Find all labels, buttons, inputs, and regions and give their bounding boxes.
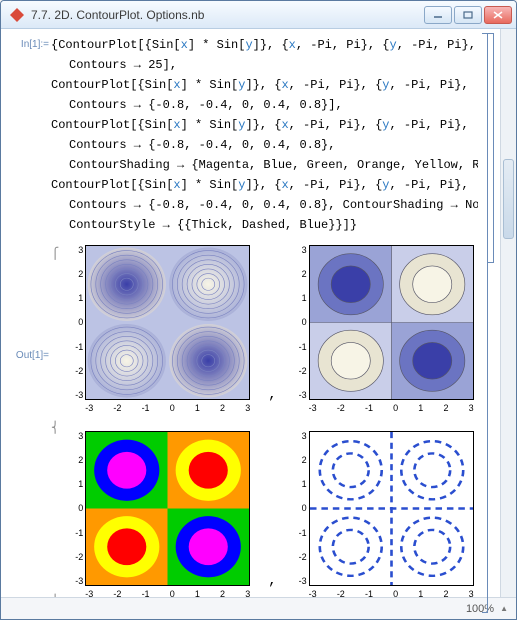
plot-svg bbox=[310, 432, 473, 585]
notebook-body[interactable]: {ContourPlot[{Sin[x] * Sin[y]}, {x, -Pi,… bbox=[51, 29, 478, 597]
zoom-caret-icon[interactable]: ▲ bbox=[500, 604, 508, 613]
code-text: Contours → {-0.8, -0.4, 0, 0.4, 0.8}, Co… bbox=[69, 198, 478, 212]
scrollbar-thumb[interactable] bbox=[503, 159, 514, 239]
code-text: , -Pi, Pi}, bbox=[389, 118, 468, 132]
brace-char: ⎨ bbox=[51, 421, 59, 434]
output-cell: ⎧ ⎨ ⎩ bbox=[51, 241, 478, 597]
code-text: ]}, { bbox=[245, 78, 281, 92]
code-text: ]}, { bbox=[245, 118, 281, 132]
x-ticks: -3-2-10123 bbox=[309, 589, 474, 597]
zoom-level[interactable]: 100% bbox=[466, 603, 494, 615]
code-text: ContourPlot[{Sin[ bbox=[51, 78, 173, 92]
code-text: , -Pi, Pi}, bbox=[389, 78, 468, 92]
sym-x: x bbox=[289, 38, 296, 52]
code-text: Contours → 25], bbox=[69, 58, 177, 72]
code-text: Contours → {-0.8, -0.4, 0, 0.4, 0.8}], bbox=[69, 98, 343, 112]
minimize-button[interactable] bbox=[424, 6, 452, 24]
code-text: ]}, { bbox=[245, 178, 281, 192]
sym-x: x bbox=[181, 38, 188, 52]
plot-svg bbox=[86, 246, 249, 399]
brace-char: ⎧ bbox=[51, 247, 59, 260]
close-button[interactable] bbox=[484, 6, 512, 24]
input-cell[interactable]: {ContourPlot[{Sin[x] * Sin[y]}, {x, -Pi,… bbox=[51, 35, 478, 235]
brace-char bbox=[51, 434, 59, 595]
contour-plot-dashed[interactable]: 3210-1-2-3 -3-2-10123 bbox=[287, 427, 478, 597]
x-ticks: -3-2-10123 bbox=[309, 403, 474, 417]
code-text: {ContourPlot[{Sin[ bbox=[51, 38, 181, 52]
code-text: ContourPlot[{Sin[ bbox=[51, 178, 173, 192]
code-text: ] * Sin[ bbox=[181, 78, 239, 92]
list-brace-left: ⎧ ⎨ ⎩ bbox=[51, 247, 59, 597]
brace-char: ⎩ bbox=[51, 594, 59, 597]
sym-x: x bbox=[281, 78, 288, 92]
sym-y: y bbox=[245, 38, 252, 52]
code-text: ] * Sin[ bbox=[181, 118, 239, 132]
x-ticks: -3-2-10123 bbox=[85, 589, 250, 597]
statusbar: 100% ▲ bbox=[1, 597, 516, 619]
maximize-icon bbox=[463, 11, 473, 19]
code-text: , -Pi, Pi}, bbox=[397, 38, 476, 52]
code-text: ContourShading → {Magenta, Blue, Green, … bbox=[69, 158, 478, 172]
maximize-button[interactable] bbox=[454, 6, 482, 24]
input-bracket[interactable] bbox=[488, 33, 494, 263]
code-text: , -Pi, Pi}, { bbox=[289, 178, 383, 192]
code-text: , -Pi, Pi}, bbox=[389, 178, 468, 192]
in-label: In[1]:= bbox=[1, 39, 49, 50]
cell-brackets[interactable] bbox=[478, 29, 500, 597]
window-title: 7.7. 2D. ContourPlot. Options.nb bbox=[31, 8, 418, 22]
sym-x: x bbox=[173, 118, 180, 132]
y-ticks: 3210-1-2-3 bbox=[287, 245, 307, 400]
brace-char bbox=[51, 260, 59, 421]
code-text: ContourPlot[{Sin[ bbox=[51, 118, 173, 132]
close-icon bbox=[493, 11, 503, 19]
contour-plot-25[interactable]: 3210-1-2-3 -3-2-10123 bbox=[63, 241, 258, 421]
plot-svg bbox=[86, 432, 249, 585]
window-controls bbox=[424, 6, 512, 24]
cell-gutter: In[1]:= Out[1]= bbox=[1, 29, 51, 597]
code-text: ]}, { bbox=[253, 38, 289, 52]
sym-y: y bbox=[389, 38, 396, 52]
titlebar[interactable]: 7.7. 2D. ContourPlot. Options.nb bbox=[1, 1, 516, 29]
code-text: ContourStyle → {{Thick, Dashed, Blue}}]} bbox=[69, 218, 357, 232]
list-sep: , bbox=[268, 387, 276, 421]
main-window: 7.7. 2D. ContourPlot. Options.nb In[1]:=… bbox=[0, 0, 517, 620]
code-text: , -Pi, Pi}, { bbox=[289, 78, 383, 92]
sym-x: x bbox=[173, 78, 180, 92]
code-text: , -Pi, Pi}, { bbox=[289, 118, 383, 132]
code-text: ] * Sin[ bbox=[188, 38, 246, 52]
sym-x: x bbox=[281, 118, 288, 132]
code-text: , -Pi, Pi}, { bbox=[296, 38, 390, 52]
list-sep: , bbox=[268, 573, 276, 597]
vertical-scrollbar[interactable] bbox=[500, 29, 516, 597]
contour-plot-levels[interactable]: 3210-1-2-3 -3-2-10123 bbox=[287, 241, 478, 421]
y-ticks: 3210-1-2-3 bbox=[63, 431, 83, 586]
app-icon bbox=[9, 7, 25, 23]
out-label: Out[1]= bbox=[1, 350, 49, 361]
code-text: ] * Sin[ bbox=[181, 178, 239, 192]
plot-svg bbox=[310, 246, 473, 399]
y-ticks: 3210-1-2-3 bbox=[287, 431, 307, 586]
sym-x: x bbox=[281, 178, 288, 192]
minimize-icon bbox=[433, 11, 443, 19]
x-ticks: -3-2-10123 bbox=[85, 403, 250, 417]
contour-plot-colors[interactable]: 3210-1-2-3 -3-2-10123 bbox=[63, 427, 258, 597]
content-area: In[1]:= Out[1]= {ContourPlot[{Sin[x] * S… bbox=[1, 29, 516, 597]
sym-x: x bbox=[173, 178, 180, 192]
code-text: Contours → {-0.8, -0.4, 0, 0.4, 0.8}, bbox=[69, 138, 335, 152]
plots-grid: 3210-1-2-3 -3-2-10123 , bbox=[63, 241, 478, 597]
y-ticks: 3210-1-2-3 bbox=[63, 245, 83, 400]
